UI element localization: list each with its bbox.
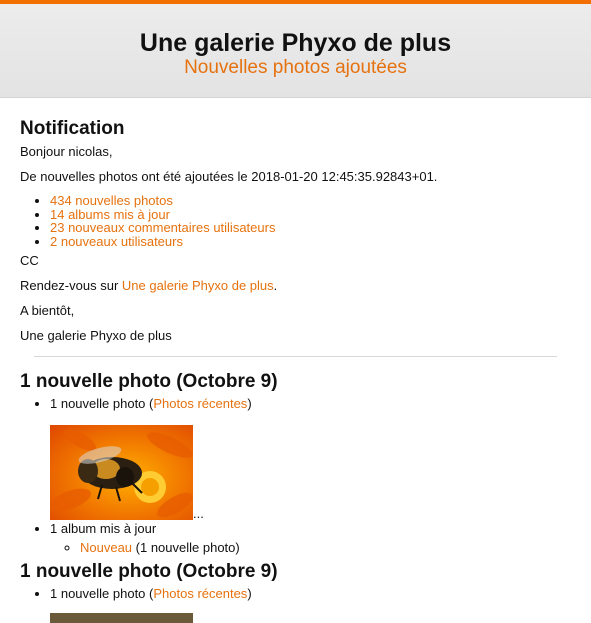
page-subtitle: Nouvelles photos ajoutées [184,57,407,78]
notification-heading: Notification [20,118,125,139]
mail-content: Notification Bonjour nicolas, De nouvell… [0,98,591,623]
summary-item: 23 nouveaux commentaires utilisateurs [50,221,571,235]
album-link-nouveau[interactable]: Nouveau [80,540,132,555]
summary-list: 434 nouvelles photos 14 albums mis à jou… [20,194,571,249]
album-list: 1 album mis à jour Nouveau (1 nouvelle p… [20,520,571,555]
album-update-text: 1 album mis à jour [50,520,157,536]
signature-text: Une galerie Phyxo de plus [20,327,172,343]
photo-count-suffix: ) [247,585,252,601]
gallery-title: Une galerie Phyxo de plus [139,29,452,57]
farewell-text: A bientôt, [20,302,75,318]
recent-photos-link[interactable]: Photos récentes [153,586,247,601]
greeting-text: Bonjour nicolas, [20,144,113,159]
added-text: De nouvelles photos ont été ajoutées le … [20,169,438,184]
bee-photo-thumbnail[interactable] [50,424,193,520]
ellipsis-text: ... [193,505,204,521]
cc-text: CC [20,252,39,268]
list-item: 1 nouvelle photo (Photos récentes) [50,587,571,601]
gallery-link[interactable]: Une galerie Phyxo de plus [122,278,274,293]
photo-count-prefix: 1 nouvelle photo ( [50,585,154,601]
summary-item: 2 nouveaux utilisateurs [50,235,571,249]
photo-thumbnail-partial[interactable] [50,612,193,623]
photo-count-suffix: ) [247,395,252,411]
visit-prefix: Rendez-vous sur [20,277,122,293]
recent-photos-link[interactable]: Photos récentes [153,396,247,411]
album-item: Nouveau (1 nouvelle photo) [80,541,571,555]
section-list: 1 nouvelle photo (Photos récentes) [20,587,571,601]
section-list: 1 nouvelle photo (Photos récentes) [20,395,571,411]
album-count-text: (1 nouvelle photo) [132,540,240,556]
summary-item: 14 albums mis à jour [50,207,571,222]
visit-text: Rendez-vous sur Une galerie Phyxo de plu… [20,278,571,294]
album-sublist: Nouveau (1 nouvelle photo) [50,541,571,555]
visit-suffix: . [273,277,278,293]
new-users-link[interactable]: 2 nouveaux utilisateurs [50,234,183,249]
photo-thumbnail-row: ... [50,424,571,521]
list-item: 1 album mis à jour Nouveau (1 nouvelle p… [50,520,571,555]
divider [34,355,557,357]
list-item: 1 nouvelle photo (Photos récentes) [50,395,571,411]
section-heading: 1 nouvelle photo (Octobre 9) [20,370,278,392]
photo-count-prefix: 1 nouvelle photo ( [50,395,154,411]
page-header: Une galerie Phyxo de plus Nouvelles phot… [0,4,591,98]
summary-item: 434 nouvelles photos [50,194,571,208]
section-heading: 1 nouvelle photo (Octobre 9) [20,560,278,582]
